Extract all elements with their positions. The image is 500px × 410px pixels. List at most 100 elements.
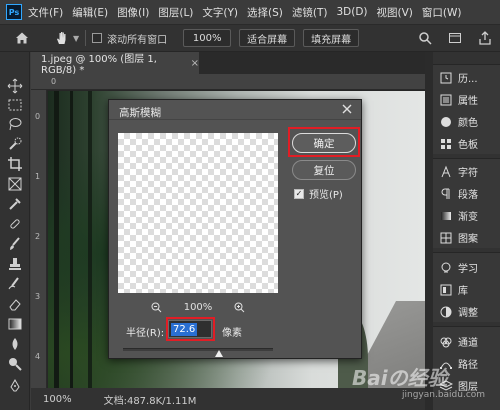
preview-zoom-value: 100% (183, 301, 213, 313)
panel-libraries[interactable]: 库 (433, 279, 500, 300)
menu-filter[interactable]: 滤镜(T) (292, 5, 328, 20)
radius-slider[interactable] (123, 348, 273, 351)
panel-channels[interactable]: 通道 (433, 331, 500, 352)
panel-history[interactable]: 历... (433, 67, 500, 88)
character-icon (441, 165, 451, 177)
quick-selection-tool-icon[interactable] (7, 136, 23, 152)
panel-character[interactable]: 字符 (433, 161, 500, 182)
menu-file[interactable]: 文件(F) (28, 5, 63, 20)
hand-tool-icon[interactable] (54, 30, 70, 46)
panel-learn[interactable]: 学习 (433, 257, 500, 278)
blur-tool-icon[interactable] (7, 336, 23, 352)
eyedropper-tool-icon[interactable] (7, 196, 23, 212)
panel-group: 学习 库 调整 (433, 252, 500, 322)
reset-button[interactable]: 复位 (292, 160, 356, 180)
radius-label: 半径(R): (126, 328, 165, 339)
panel-gradient[interactable]: 渐变 (433, 205, 500, 226)
ruler-label: 3 (35, 292, 41, 301)
divider (85, 30, 87, 46)
panel-label: 色板 (458, 140, 478, 151)
scroll-all-checkbox[interactable] (92, 33, 103, 43)
lasso-tool-icon[interactable] (7, 116, 23, 132)
adjustments-icon (440, 306, 452, 317)
tools-panel (0, 52, 30, 410)
panel-collapse-strip[interactable] (425, 52, 433, 410)
panel-label: 调整 (458, 308, 478, 319)
preview-checkbox[interactable]: ✓ (294, 188, 304, 199)
panel-label: 字符 (458, 168, 478, 179)
status-zoom[interactable]: 100% (43, 394, 72, 405)
panel-properties[interactable]: 属性 (433, 89, 500, 110)
document-tab[interactable]: 1.jpeg @ 100% (图层 1, RGB/8) * × (31, 52, 199, 76)
close-icon[interactable] (341, 103, 353, 115)
pen-tool-icon[interactable] (7, 378, 23, 394)
eraser-tool-icon[interactable] (7, 296, 23, 312)
menu-edit[interactable]: 编辑(E) (72, 5, 108, 20)
color-icon (441, 116, 451, 127)
brush-tool-icon[interactable] (7, 236, 23, 252)
panel-label: 属性 (458, 96, 478, 107)
menu-select[interactable]: 选择(S) (247, 5, 283, 20)
dialog-title: 高斯模糊 (119, 107, 161, 119)
panel-patterns[interactable]: 图案 (433, 227, 500, 248)
menu-window[interactable]: 窗口(W) (422, 5, 462, 20)
workspace-icon[interactable] (448, 31, 462, 45)
panel-dock: 历... 属性 颜色 色板 字符 段落 渐变 图案 学习 库 调整 通道 路径 … (433, 52, 500, 410)
gradient-tool-icon[interactable] (7, 316, 23, 332)
panel-swatches[interactable]: 色板 (433, 133, 500, 154)
options-bar: ▼ 滚动所有窗口 100% 适合屏幕 填充屏幕 (0, 24, 500, 52)
properties-icon (440, 94, 452, 105)
frame-tool-icon[interactable] (7, 176, 23, 192)
radius-highlight-box (166, 317, 215, 341)
panel-group: 历... 属性 颜色 色板 (433, 64, 500, 154)
panel-label: 渐变 (458, 212, 478, 223)
paragraph-icon (441, 188, 450, 199)
preview-toggle[interactable]: ✓ 预览(P) (294, 186, 343, 201)
zoom-out-icon[interactable] (151, 302, 162, 313)
home-icon[interactable] (14, 30, 30, 46)
panel-label: 库 (458, 286, 468, 297)
zoom-in-icon[interactable] (234, 302, 245, 313)
menu-image[interactable]: 图像(I) (117, 5, 149, 20)
swatches-icon (441, 138, 451, 149)
radius-slider-thumb[interactable] (215, 350, 223, 357)
watermark-brand: Baiの经验 (352, 366, 448, 390)
gaussian-blur-dialog: 高斯模糊 100% 半径(R): 72.6 像素 确定 复位 ✓ 预览(P) (108, 99, 362, 359)
preview-label: 预览(P) (309, 190, 343, 201)
scroll-all-label: 滚动所有窗口 (107, 34, 168, 46)
menu-type[interactable]: 文字(Y) (202, 5, 238, 20)
ok-highlight-box (288, 127, 360, 157)
panel-label: 图案 (458, 234, 478, 245)
panel-label: 历... (458, 74, 478, 85)
panel-adjustments[interactable]: 调整 (433, 301, 500, 322)
panel-color[interactable]: 颜色 (433, 111, 500, 132)
baidu-watermark: Baiの经验 jingyan.baidu.com (352, 360, 500, 408)
stamp-tool-icon[interactable] (7, 256, 23, 272)
chevron-down-icon[interactable]: ▼ (73, 34, 79, 43)
panel-label: 颜色 (458, 118, 478, 129)
horizontal-ruler: 0 (31, 74, 425, 90)
menu-view[interactable]: 视图(V) (377, 5, 413, 20)
menu-layer[interactable]: 图层(L) (158, 5, 193, 20)
move-tool-icon[interactable] (7, 78, 23, 94)
preview-zoom-row: 100% (118, 300, 278, 314)
fill-screen-button[interactable]: 填充屏幕 (303, 29, 360, 47)
panel-paragraph[interactable]: 段落 (433, 183, 500, 204)
dodge-tool-icon[interactable] (7, 356, 23, 372)
share-icon[interactable] (478, 31, 492, 45)
gradient-icon (441, 211, 451, 220)
zoom-value-field[interactable]: 100% (183, 29, 232, 47)
crop-tool-icon[interactable] (7, 156, 23, 172)
channels-icon (440, 337, 452, 347)
history-icon (440, 72, 452, 83)
history-brush-tool-icon[interactable] (7, 276, 23, 292)
search-icon[interactable] (418, 31, 432, 45)
blur-preview[interactable] (118, 133, 278, 293)
menu-3d[interactable]: 3D(D) (336, 6, 367, 18)
libraries-icon (440, 284, 452, 295)
close-tab-icon[interactable]: × (191, 58, 199, 69)
fit-screen-button[interactable]: 适合屏幕 (239, 29, 296, 47)
ruler-label: 1 (35, 172, 41, 181)
healing-brush-tool-icon[interactable] (7, 216, 23, 232)
marquee-tool-icon[interactable] (7, 97, 23, 113)
